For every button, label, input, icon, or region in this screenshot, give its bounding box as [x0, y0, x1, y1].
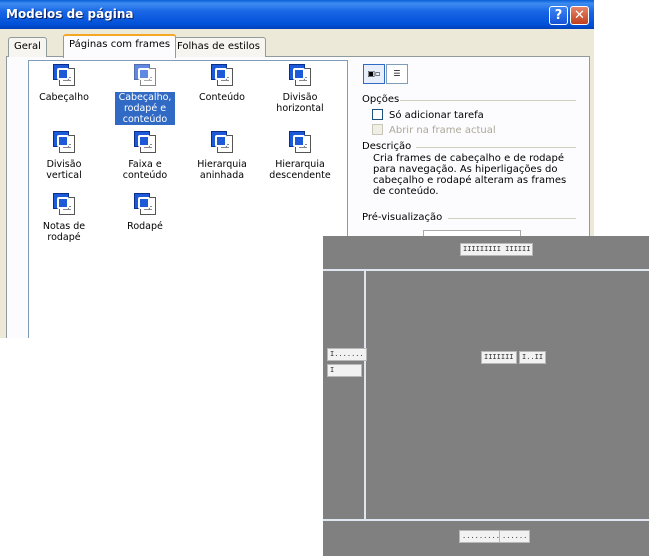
template-label: Notas de rodapé [42, 221, 86, 243]
frame-page-icon [209, 64, 235, 88]
frame-page-icon [132, 193, 158, 217]
header-frame-divider [323, 269, 649, 271]
add-task-checkbox[interactable]: Só adicionar tarefa [372, 109, 484, 121]
frame-page-icon [287, 64, 313, 88]
template-label: Faixa e conteúdo [122, 159, 168, 181]
add-task-label: Só adicionar tarefa [389, 110, 484, 121]
content-frame-text: IIIIIII [481, 351, 517, 364]
template-divisao-vertical[interactable]: Divisão vertical [34, 131, 94, 181]
template-conteudo[interactable]: Conteúdo [192, 64, 252, 103]
vertical-frame-divider [364, 271, 366, 519]
nav-frame-text: I....... [327, 348, 367, 361]
title-bar[interactable]: Modelos de página ? ✕ [0, 0, 594, 29]
frame-page-icon [287, 131, 313, 155]
frame-page-icon [51, 131, 77, 155]
template-rodape[interactable]: Rodapé [115, 193, 175, 232]
template-label: Hierarquia aninhada [197, 159, 247, 181]
footer-frame-text: ......... [459, 530, 503, 543]
template-list[interactable]: Cabeçalho Cabeçalho, rodapé e conteúdo C… [28, 60, 348, 338]
large-icons-icon: ▣▫ [367, 69, 381, 78]
tab-style-sheets[interactable]: Folhas de estilos [171, 37, 266, 57]
template-faixa-conteudo[interactable]: Faixa e conteúdo [115, 131, 175, 181]
description-heading: Descrição [362, 141, 412, 152]
details-view-button[interactable]: ☰ [386, 64, 408, 84]
tab-general[interactable]: Geral [8, 37, 47, 57]
frame-page-icon [209, 131, 235, 155]
frame-page-icon [51, 64, 77, 88]
header-frame-text: IIIIIIIII IIIIII [460, 243, 534, 256]
content-frame-text-2: I..II [519, 351, 547, 364]
template-label: Divisão horizontal [276, 92, 324, 114]
open-in-frame-checkbox: Abrir na frame actual [372, 124, 496, 136]
preview-heading: Pré-visualização [362, 212, 443, 223]
help-button[interactable]: ? [549, 6, 568, 25]
checkbox-box[interactable] [372, 109, 383, 120]
template-label: Rodapé [127, 221, 163, 232]
options-heading: Opções [362, 94, 400, 105]
close-button[interactable]: ✕ [570, 6, 589, 25]
frame-page-icon [51, 193, 77, 217]
template-cabecalho[interactable]: Cabeçalho [34, 64, 94, 103]
template-cabecalho-rodape-conteudo[interactable]: Cabeçalho, rodapé e conteúdo [115, 64, 175, 125]
frames-preview: IIIIIIIII IIIIII I....... I IIIIIII I..I… [323, 236, 649, 556]
footer-frame-text-2: ...... [499, 530, 531, 543]
template-label: Divisão vertical [46, 159, 82, 181]
template-notas-rodape[interactable]: Notas de rodapé [34, 193, 94, 243]
template-label: Cabeçalho, rodapé e conteúdo [115, 92, 175, 125]
footer-frame-divider [323, 519, 649, 521]
description-divider [416, 147, 576, 148]
list-details-icon: ☰ [393, 69, 401, 78]
nav-frame-text-2: I [327, 364, 362, 377]
preview-divider [448, 218, 576, 219]
template-label: Conteúdo [199, 92, 245, 103]
description-text: Cria frames de cabeçalho e de rodapé par… [373, 153, 567, 197]
open-in-frame-label: Abrir na frame actual [389, 125, 496, 136]
template-label: Hierarquia descendente [269, 159, 331, 181]
template-label: Cabeçalho [39, 92, 89, 103]
template-divisao-horizontal[interactable]: Divisão horizontal [270, 64, 330, 114]
template-hierarquia-aninhada[interactable]: Hierarquia aninhada [192, 131, 252, 181]
tab-frames-pages[interactable]: Páginas com frames [63, 34, 177, 58]
large-icons-view-button[interactable]: ▣▫ [363, 64, 385, 84]
window-title: Modelos de página [6, 7, 134, 21]
frame-page-icon [132, 131, 158, 155]
template-hierarquia-descendente[interactable]: Hierarquia descendente [263, 131, 337, 181]
options-divider [400, 100, 576, 101]
checkbox-box [372, 124, 383, 135]
frame-page-icon [132, 64, 158, 88]
